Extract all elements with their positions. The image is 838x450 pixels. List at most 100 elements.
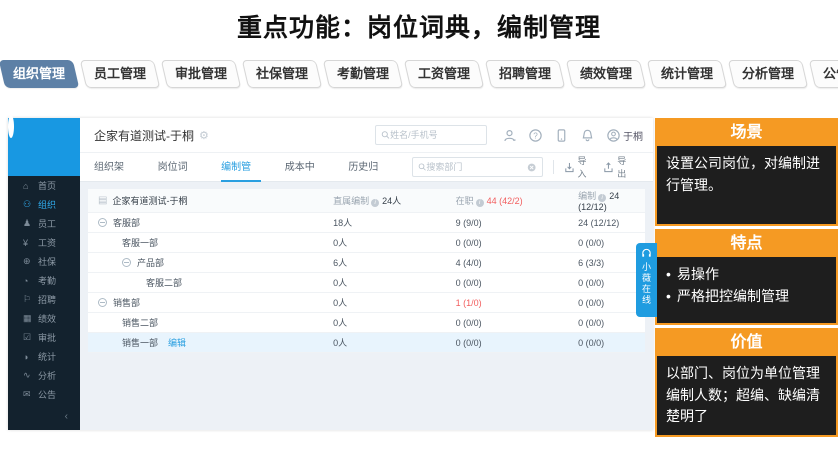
module-tab-organization[interactable]: 组织管理 (0, 60, 79, 88)
table-row[interactable]: 产品部 6人 4 (4/0) 6 (3/3) (88, 253, 645, 273)
sidebar-item-attendance[interactable]: ◔考勤 (8, 271, 80, 290)
tab-cost-center[interactable]: 成本中心 (285, 153, 325, 182)
sidebar-item-approval[interactable]: ☑审批 (8, 328, 80, 347)
export-button[interactable]: 导出 (603, 154, 635, 180)
section-nav: 组织架构 岗位词典 编制管理 成本中心 历史归档 导入 导出 (80, 152, 653, 182)
collapse-node-icon[interactable] (122, 258, 131, 267)
module-tab-recruitment[interactable]: 招聘管理 (485, 60, 565, 88)
sidebar-item-analysis[interactable]: ∿分析 (8, 366, 80, 385)
headcount-cell: 0人 (333, 296, 456, 309)
on-job-label: 在职 (456, 196, 474, 206)
establishment-cell: 0 (0/0) (578, 338, 645, 348)
search-icon (418, 162, 427, 172)
module-tab-social-security[interactable]: 社保管理 (242, 60, 322, 88)
collapse-node-icon[interactable] (98, 218, 107, 227)
table-row[interactable]: 销售部 0人 1 (1/0) 0 (0/0) (88, 293, 645, 313)
sidebar-item-announcement[interactable]: ✉公告 (8, 385, 80, 404)
scene-section: 场景 设置公司岗位，对编制进行管理。 (655, 118, 838, 226)
sidebar-item-label: 组织 (38, 198, 56, 211)
home-icon: ⌂ (23, 181, 38, 191)
direct-establishment-label: 直属编制 (333, 196, 369, 206)
bell-icon[interactable] (581, 129, 594, 142)
on-job-cell: 9 (9/0) (456, 218, 579, 228)
department-search-box[interactable] (412, 157, 543, 177)
module-tab-analysis[interactable]: 分析管理 (728, 60, 808, 88)
sidebar-item-statistics[interactable]: ◑统计 (8, 347, 80, 366)
company-row-name: 企家有道测试-于桐 (112, 194, 187, 207)
sidebar-collapse-button[interactable]: ‹ (8, 411, 80, 422)
import-button[interactable]: 导入 (564, 154, 596, 180)
mobile-icon[interactable] (555, 129, 568, 142)
export-icon (603, 162, 614, 173)
module-tab-performance[interactable]: 绩效管理 (566, 60, 646, 88)
module-tab-employee[interactable]: 员工管理 (80, 60, 160, 88)
sidebar-item-recruitment[interactable]: ⚐招聘 (8, 290, 80, 309)
edit-link[interactable]: 编辑 (168, 336, 186, 349)
value-section: 价值 以部门、岗位为单位管理编制人数；超编、缺编清楚明了 (655, 328, 838, 437)
module-tab-announcement[interactable]: 公告管理 (809, 60, 838, 88)
employee-search-input[interactable] (390, 130, 481, 140)
clear-icon[interactable] (527, 162, 536, 173)
export-label: 导出 (617, 154, 635, 180)
department-name: 销售部 (113, 296, 140, 309)
module-tab-label: 分析管理 (742, 61, 794, 87)
sidebar-item-label: 统计 (38, 350, 56, 363)
tab-establishment[interactable]: 编制管理 (221, 153, 261, 182)
table-row[interactable]: 销售二部 0人 0 (0/0) 0 (0/0) (88, 313, 645, 333)
tab-history-archive[interactable]: 历史归档 (348, 153, 388, 182)
social-security-icon: ⊕ (23, 256, 38, 267)
table-row[interactable]: 销售一部编辑 0人 0 (0/0) 0 (0/0) (88, 333, 645, 353)
tab-post-dictionary[interactable]: 岗位词典 (158, 153, 198, 182)
sidebar-item-employee[interactable]: ♟员工 (8, 214, 80, 233)
module-tab-label: 统计管理 (661, 61, 713, 87)
module-tab-statistics[interactable]: 统计管理 (647, 60, 727, 88)
sidebar-item-organization[interactable]: ⚇组织 (8, 195, 80, 214)
table-row[interactable]: 客服二部 0人 0 (0/0) 0 (0/0) (88, 273, 645, 293)
sidebar-item-label: 公告 (38, 388, 56, 401)
on-job-cell: 4 (4/0) (456, 258, 579, 268)
on-job-cell: 0 (0/0) (456, 338, 579, 348)
chat-tab-label: 小薇在线 (640, 262, 653, 306)
app-screenshot: ⌂首页 ⚇组织 ♟员工 ¥工资 ⊕社保 ◔考勤 ⚐招聘 ▦绩效 ☑审批 ◑统计 … (8, 118, 653, 430)
sidebar-item-social-security[interactable]: ⊕社保 (8, 252, 80, 271)
divider (553, 160, 554, 174)
sidebar-item-label: 审批 (38, 331, 56, 344)
module-tab-attendance[interactable]: 考勤管理 (323, 60, 403, 88)
sidebar-item-home[interactable]: ⌂首页 (8, 176, 80, 195)
establishment-cell: 0 (0/0) (578, 238, 645, 248)
module-tab-salary[interactable]: 工资管理 (404, 60, 484, 88)
module-tab-approval[interactable]: 审批管理 (161, 60, 241, 88)
employee-search-box[interactable] (375, 125, 487, 145)
department-search-input[interactable] (426, 162, 527, 172)
module-tab-label: 招聘管理 (499, 61, 551, 87)
on-job-cell: 0 (0/0) (456, 318, 579, 328)
chat-widget-tab[interactable]: 小薇在线 (636, 243, 657, 317)
headcount-cell: 18人 (333, 216, 456, 229)
app-topbar: 企家有道测试-于桐 ⚙ ? 于桐 (80, 118, 653, 152)
tab-org-structure[interactable]: 组织架构 (94, 153, 134, 182)
sidebar-item-performance[interactable]: ▦绩效 (8, 309, 80, 328)
on-job-cell: 1 (1/0) (456, 298, 579, 308)
collapse-node-icon[interactable] (98, 298, 107, 307)
info-icon: i (371, 199, 379, 207)
sidebar-item-salary[interactable]: ¥工资 (8, 233, 80, 252)
building-icon: ▤ (98, 195, 107, 206)
search-icon (381, 130, 390, 140)
table-row[interactable]: 客服一部 0人 0 (0/0) 0 (0/0) (88, 233, 645, 253)
app-logo[interactable] (8, 118, 80, 176)
import-icon (564, 162, 575, 173)
scene-heading: 场景 (657, 120, 836, 146)
on-job-cell: 0 (0/0) (456, 238, 579, 248)
add-contact-icon[interactable] (503, 129, 516, 142)
recruitment-icon: ⚐ (23, 294, 38, 305)
help-icon[interactable]: ? (529, 129, 542, 142)
gear-icon[interactable]: ⚙ (199, 129, 209, 142)
features-heading: 特点 (657, 231, 836, 257)
table-summary-row[interactable]: ▤企家有道测试-于桐 直属编制i24人 在职i44 (42/2) 编制i24 (… (88, 189, 645, 213)
statistics-icon: ◑ (23, 352, 38, 362)
establishment-cell: 6 (3/3) (578, 258, 645, 268)
avatar[interactable]: 于桐 (607, 128, 643, 143)
table-row[interactable]: 客服部 18人 9 (9/0) 24 (12/12) (88, 213, 645, 233)
establishment-cell: 0 (0/0) (578, 298, 645, 308)
app-sidebar: ⌂首页 ⚇组织 ♟员工 ¥工资 ⊕社保 ◔考勤 ⚐招聘 ▦绩效 ☑审批 ◑统计 … (8, 118, 80, 430)
